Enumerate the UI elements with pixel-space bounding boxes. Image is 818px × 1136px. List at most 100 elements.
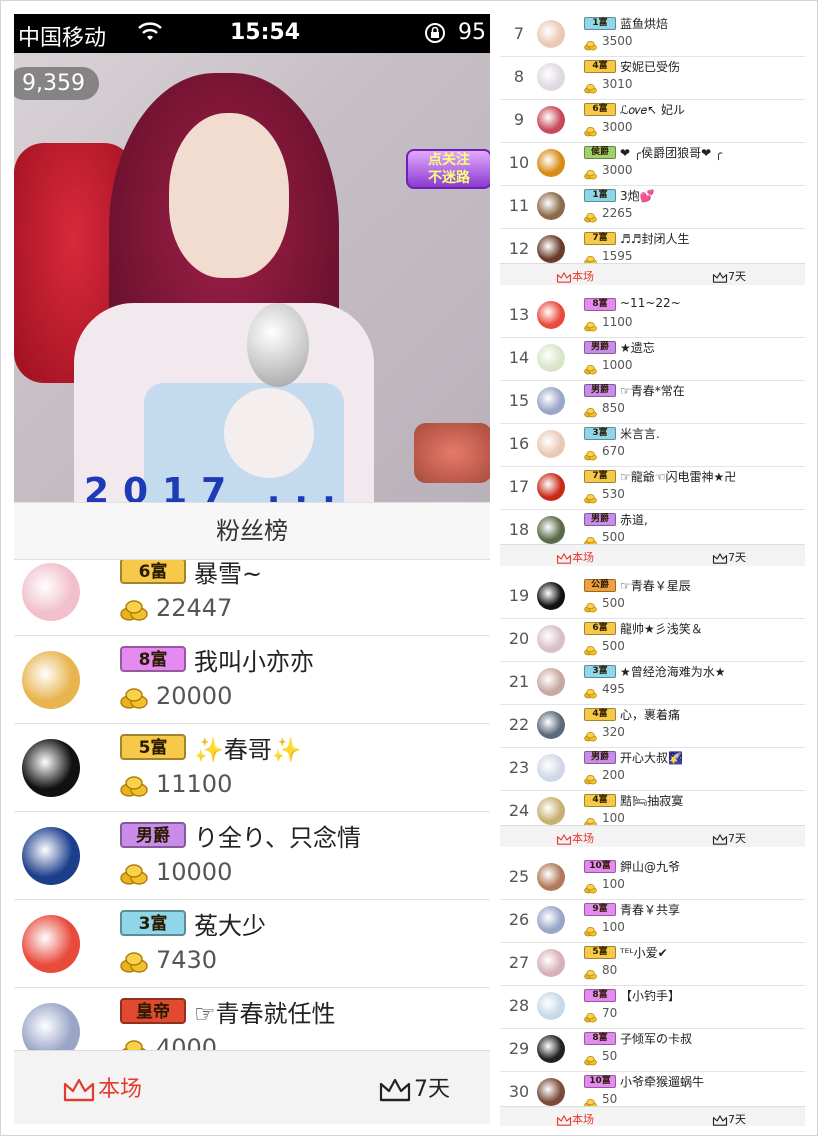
live-video[interactable]: 9,359 点关注 不迷路 2017 ... xyxy=(14,53,490,502)
carrier-label: 中国移动 xyxy=(18,26,107,51)
tab-current-session[interactable]: 本场 xyxy=(62,1071,142,1104)
list-item[interactable]: 9 6富 ℒ𝑜𝑣𝑒↖ 妃ル 3000 xyxy=(500,100,805,143)
tab-seven-days[interactable]: 7天 xyxy=(712,268,746,284)
fan-name: 青春￥共享 xyxy=(620,903,681,917)
tab-seven-days[interactable]: 7天 xyxy=(378,1071,450,1104)
avatar[interactable] xyxy=(22,915,80,973)
avatar[interactable] xyxy=(537,668,565,696)
list-item[interactable]: 29 8富 子倾军の卡叔 50 xyxy=(500,1029,805,1072)
avatar[interactable] xyxy=(537,797,565,825)
tab-current-session[interactable]: 本场 xyxy=(556,830,594,846)
list-item[interactable]: 13 8富 ~11~22~ 1100 xyxy=(500,295,805,338)
avatar[interactable] xyxy=(22,651,80,709)
tab-current-session[interactable]: 本场 xyxy=(556,1111,594,1126)
tab-current-session[interactable]: 本场 xyxy=(556,268,594,284)
fan-name: 菟大少 xyxy=(194,912,266,940)
fan-name: 龍帅★彡浅笑＆ xyxy=(620,622,703,636)
list-item[interactable]: 男爵 り全り、只念情 10000 xyxy=(14,812,490,900)
avatar[interactable] xyxy=(537,1035,565,1063)
fan-score: 3000 xyxy=(602,120,633,134)
tab-week-label: 7天 xyxy=(414,1077,450,1102)
list-item[interactable]: 16 3富 米言言. 670 xyxy=(500,424,805,467)
fan-name: ❤ ╭侯爵团狼哥❤ ╭ xyxy=(620,146,723,160)
list-item[interactable]: 21 3富 ★曾经沧海难为水★ 495 xyxy=(500,662,805,705)
tab-current-label: 本场 xyxy=(572,1113,594,1126)
tab-current-session[interactable]: 本场 xyxy=(556,549,594,565)
avatar[interactable] xyxy=(537,192,565,220)
avatar[interactable] xyxy=(22,563,80,621)
avatar[interactable] xyxy=(537,863,565,891)
rank-number: 24 xyxy=(508,801,530,820)
list-item[interactable]: 6富 暴雪~ 22447 xyxy=(14,560,490,636)
tab-seven-days[interactable]: 7天 xyxy=(712,1111,746,1126)
list-item[interactable]: 23 男爵 开心大叔🌠 200 xyxy=(500,748,805,791)
tab-current-label: 本场 xyxy=(572,551,594,564)
crown-icon xyxy=(556,832,572,845)
rank-badge: 4富 xyxy=(584,794,616,807)
fan-name: 开心大叔🌠 xyxy=(620,751,683,765)
follow-tag[interactable]: 点关注 不迷路 xyxy=(406,149,490,189)
list-item[interactable]: 28 8富 【小钓手】 70 xyxy=(500,986,805,1029)
avatar[interactable] xyxy=(537,1078,565,1106)
avatar[interactable] xyxy=(537,582,565,610)
avatar[interactable] xyxy=(537,473,565,501)
list-item[interactable]: 17 7富 ☞龍爺☜闪电雷神★卍 530 xyxy=(500,467,805,510)
fan-name: 鉀山@九爷 xyxy=(620,860,681,874)
list-item[interactable]: 7 1富 蓝鱼烘焙 3500 xyxy=(500,14,805,57)
tab-seven-days[interactable]: 7天 xyxy=(712,549,746,565)
avatar[interactable] xyxy=(537,516,565,544)
list-item[interactable]: 15 男爵 ☞青春*常在 850 xyxy=(500,381,805,424)
fan-score: 3010 xyxy=(602,77,633,91)
fan-name: 赤道, xyxy=(620,513,648,527)
avatar[interactable] xyxy=(537,20,565,48)
avatar[interactable] xyxy=(537,949,565,977)
fan-score: 100 xyxy=(602,811,625,825)
rank-badge: 10富 xyxy=(584,860,616,873)
avatar[interactable] xyxy=(537,106,565,134)
fan-name: ℒ𝑜𝑣𝑒↖ 妃ル xyxy=(620,103,685,117)
avatar[interactable] xyxy=(537,711,565,739)
list-item[interactable]: 3富 菟大少 7430 xyxy=(14,900,490,988)
avatar[interactable] xyxy=(537,754,565,782)
fan-name: ☞青春￥星辰 xyxy=(620,579,691,593)
ranking-tabs: 本场 7天 xyxy=(500,263,805,285)
list-item[interactable]: 20 6富 龍帅★彡浅笑＆ 500 xyxy=(500,619,805,662)
video-streamer-face xyxy=(169,113,289,278)
crown-icon xyxy=(556,270,572,283)
avatar[interactable] xyxy=(537,235,565,263)
avatar[interactable] xyxy=(537,63,565,91)
list-item[interactable]: 19 公爵 ☞青春￥星辰 500 xyxy=(500,576,805,619)
list-item[interactable]: 22 4富 心，裹着痛 320 xyxy=(500,705,805,748)
coin-icon xyxy=(584,403,597,418)
list-item[interactable]: 8富 我叫小亦亦 20000 xyxy=(14,636,490,724)
avatar[interactable] xyxy=(22,827,80,885)
list-item[interactable]: 26 9富 青春￥共享 100 xyxy=(500,900,805,943)
rank-badge: 公爵 xyxy=(584,579,616,592)
list-item[interactable]: 25 10富 鉀山@九爷 100 xyxy=(500,857,805,900)
list-item[interactable]: 14 男爵 ★遗忘 1000 xyxy=(500,338,805,381)
avatar[interactable] xyxy=(537,430,565,458)
rank-number: 25 xyxy=(508,867,530,886)
avatar[interactable] xyxy=(22,739,80,797)
rank-badge: 1富 xyxy=(584,17,616,30)
list-item[interactable]: 27 5富 ᵀᴱᴸ小爱✔ 80 xyxy=(500,943,805,986)
avatar[interactable] xyxy=(537,301,565,329)
fan-score: 670 xyxy=(602,444,625,458)
avatar[interactable] xyxy=(537,344,565,372)
list-item[interactable]: 10 侯爵 ❤ ╭侯爵团狼哥❤ ╭ 3000 xyxy=(500,143,805,186)
list-item[interactable]: 5富 ✨春哥✨ 11100 xyxy=(14,724,490,812)
avatar[interactable] xyxy=(537,387,565,415)
coin-icon xyxy=(584,1094,597,1109)
coin-icon xyxy=(584,251,597,266)
avatar[interactable] xyxy=(537,906,565,934)
fan-score: 3000 xyxy=(602,163,633,177)
avatar[interactable] xyxy=(537,149,565,177)
rank-badge: 4富 xyxy=(584,60,616,73)
list-item[interactable]: 11 1富 3炮💕 2265 xyxy=(500,186,805,229)
fan-name: ☞龍爺☜闪电雷神★卍 xyxy=(620,470,737,484)
avatar[interactable] xyxy=(537,625,565,653)
tab-seven-days[interactable]: 7天 xyxy=(712,830,746,846)
avatar[interactable] xyxy=(537,992,565,1020)
crown-icon xyxy=(556,551,572,564)
list-item[interactable]: 8 4富 安妮已受伤 3010 xyxy=(500,57,805,100)
